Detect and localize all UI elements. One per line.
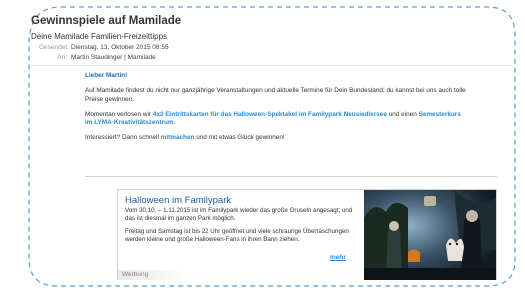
paragraph-prizes: Momentan verlosen wir 4x2 Eintrittskarte… — [85, 111, 470, 128]
ad-badge: Werbung — [118, 270, 190, 280]
ad-title[interactable]: Halloween im Familypark — [125, 195, 231, 206]
prizes-text-mid: und einen — [386, 110, 419, 118]
email-view: Gewinnspiele auf Mamilade Deine Mamilade… — [31, 14, 512, 280]
sender-display-name[interactable]: Deine Mamilade Familien-Freizeittipps — [31, 32, 167, 41]
ad-text: Vom 30.10. – 1.11.2015 ist im Familypark… — [125, 207, 353, 249]
mitmachen-link[interactable]: mitmachen — [161, 134, 195, 141]
sent-row: Gesendet: Dienstag, 13. Oktober 2015 08:5… — [39, 44, 169, 51]
halloween-ad-image[interactable] — [364, 190, 496, 280]
sent-label: Gesendet: — [39, 44, 69, 51]
sent-value: Dienstag, 13. Oktober 2015 08:55 — [71, 44, 169, 51]
email-body: Lieber Martin! Auf Mamilade findest du n… — [85, 72, 470, 150]
header-separator — [31, 65, 512, 66]
ad-banner[interactable]: Halloween im Familypark Vom 30.10. – 1.1… — [117, 189, 497, 280]
content-divider — [85, 176, 497, 177]
prizes-text-end: . — [173, 119, 176, 127]
cta-text-end: und mit etwas Glück gewinnen! — [194, 134, 285, 142]
prizes-text-start: Momentan verlosen wir — [85, 110, 153, 118]
to-label: An: — [57, 54, 67, 61]
email-subject: Gewinnspiele auf Mamilade — [31, 15, 182, 27]
to-value[interactable]: Martin Staudinger | Mamilade — [71, 54, 156, 61]
halloween-tickets-link[interactable]: 4x2 Eintrittskarten für das Halloween-Sp… — [153, 111, 387, 118]
paragraph-intro: Auf Mamilade findest du nicht nur ganzjä… — [85, 87, 466, 103]
paragraph-cta: Interessiert? Dann schnell mitmachen und… — [85, 134, 470, 142]
ad-more-link[interactable]: mehr — [330, 254, 346, 261]
ad-text-1: Vom 30.10. – 1.11.2015 ist im Familypark… — [125, 207, 353, 222]
cta-text-start: Interessiert? Dann schnell — [85, 134, 161, 142]
ad-text-2: Freitag und Samstag ist bis 22 Uhr geöff… — [125, 228, 349, 243]
to-row: An: Martin Staudinger | Mamilade — [39, 54, 156, 61]
greeting: Lieber Martin! — [85, 72, 128, 79]
